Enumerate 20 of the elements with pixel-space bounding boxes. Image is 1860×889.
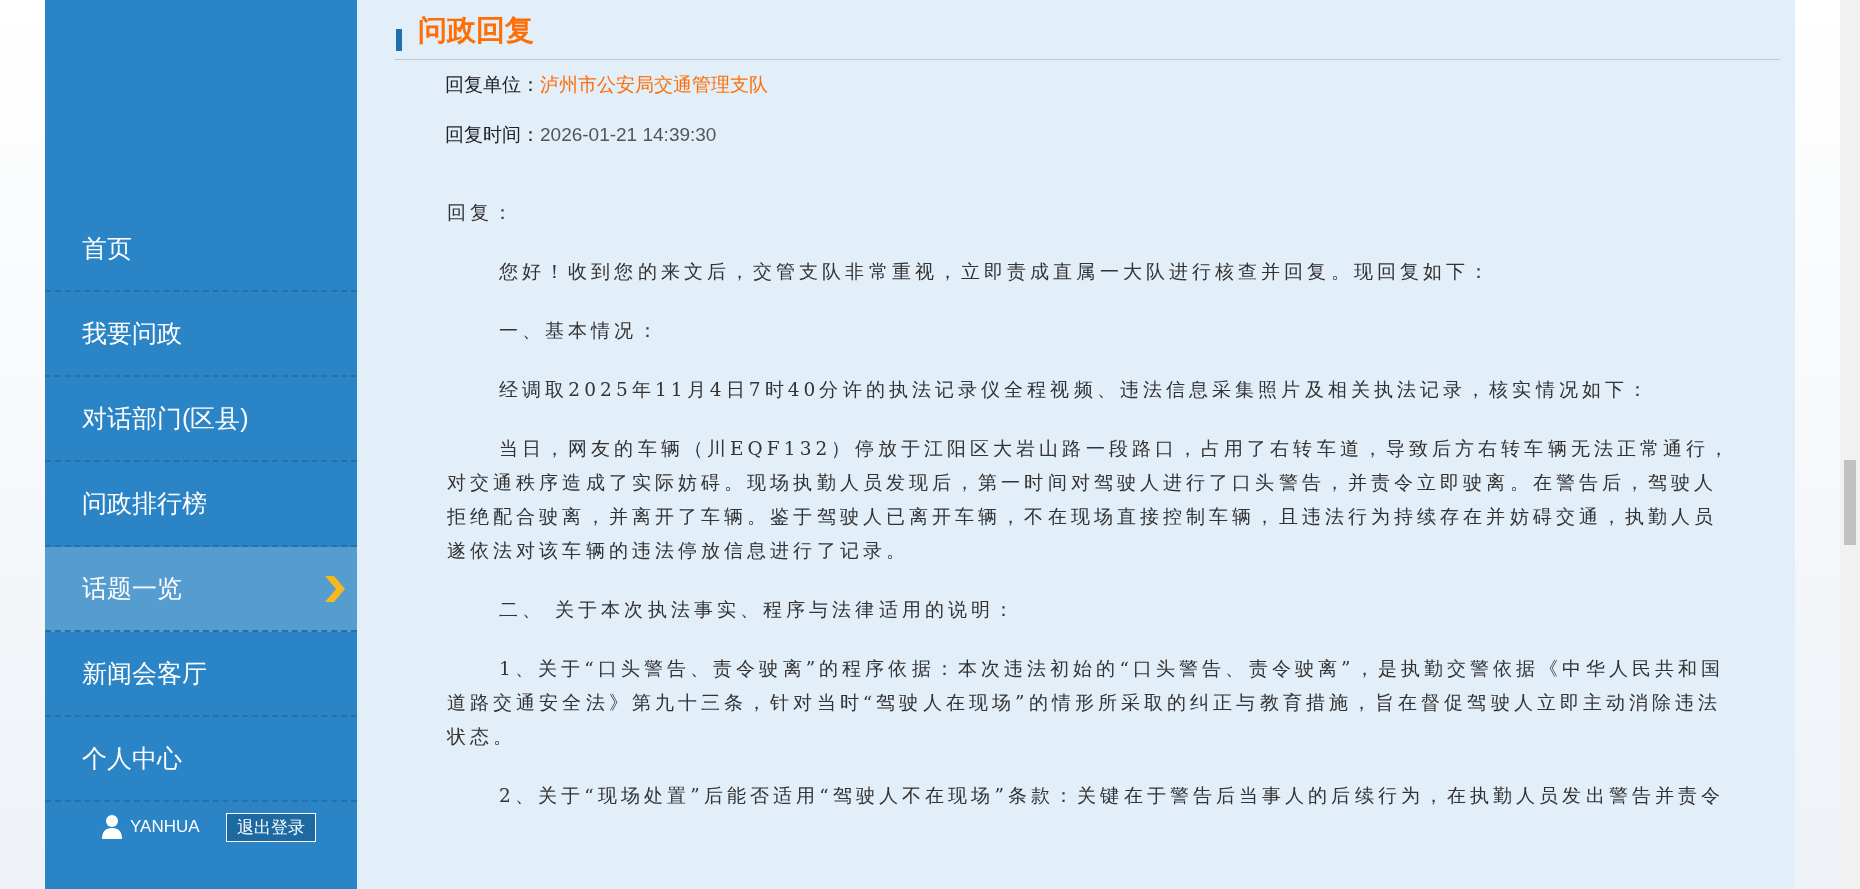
scrollbar-thumb[interactable] (1844, 460, 1856, 545)
nav-item[interactable]: 话题一览 (45, 547, 357, 632)
paragraph: 二、 关于本次执法事实、程序与法律适用的说明： (498, 598, 1019, 622)
paragraph: 2、关于“现场处置”后能否适用“驾驶人不在现场”条款：关键在于警告后当事人的后续行为，在执勤人员发出警告并责令 (498, 784, 1726, 808)
logout-button[interactable]: 退出登录 (226, 812, 316, 842)
info-link[interactable]: 泸州市公安局交通管理支队 (540, 72, 768, 98)
paragraph: 您好！收到您的来文后，交管支队非常重视，立即责成直属一大队进行核查并回复。现回复如下： (498, 260, 1494, 284)
paragraph: 当日，网友的车辆（川EQF132）停放于江阳区大岩山路一段路口，占用了右转车道，导致后方右转车辆无法正常通行，对交通秩序造成了实际妨碍。现场执勤人员发现后，第一时间对驾驶人进行了口头警告，并责令立即驶离。在警告后，驾驶人拒绝配合驶离，并离开了车辆。鉴于驾驶人已离开车辆，不在现场直接控制车辆，且违法行为持续存在并妨碍交通，执勤人员遂依法对该车辆的违法停放信息进行了记录。 (447, 437, 1734, 563)
paragraph: 经调取2025年11月4日7时40分许的执法记录仪全程视频、违法信息采集照片及相关执法记录，核实情况如下： (498, 378, 1652, 402)
heading-marker (396, 29, 402, 51)
info-label: 回复单位： (445, 73, 540, 97)
info-value: 2026-01-21 14:39:30 (540, 124, 717, 146)
user-name: YANHUA (130, 817, 201, 837)
paragraph: 一、基本情况： (498, 319, 662, 343)
paragraph: 回复： (447, 201, 518, 225)
info-label: 回复时间： (445, 123, 540, 147)
user-icon (102, 815, 122, 839)
section-title: 问政回复 (418, 13, 534, 48)
paragraph: 1、关于“口头警告、责令驶离”的程序依据：本次违法初始的“口头警告、责令驶离”，是执勤交警依据《中华人民共和国道路交通安全法》第九十三条，针对当时“驾驶人在现场”的情形所采取的纠正与教育措施，旨在督促驾驶人立即主动消除违法状态。 (447, 657, 1726, 749)
chevron-icon (325, 575, 345, 602)
